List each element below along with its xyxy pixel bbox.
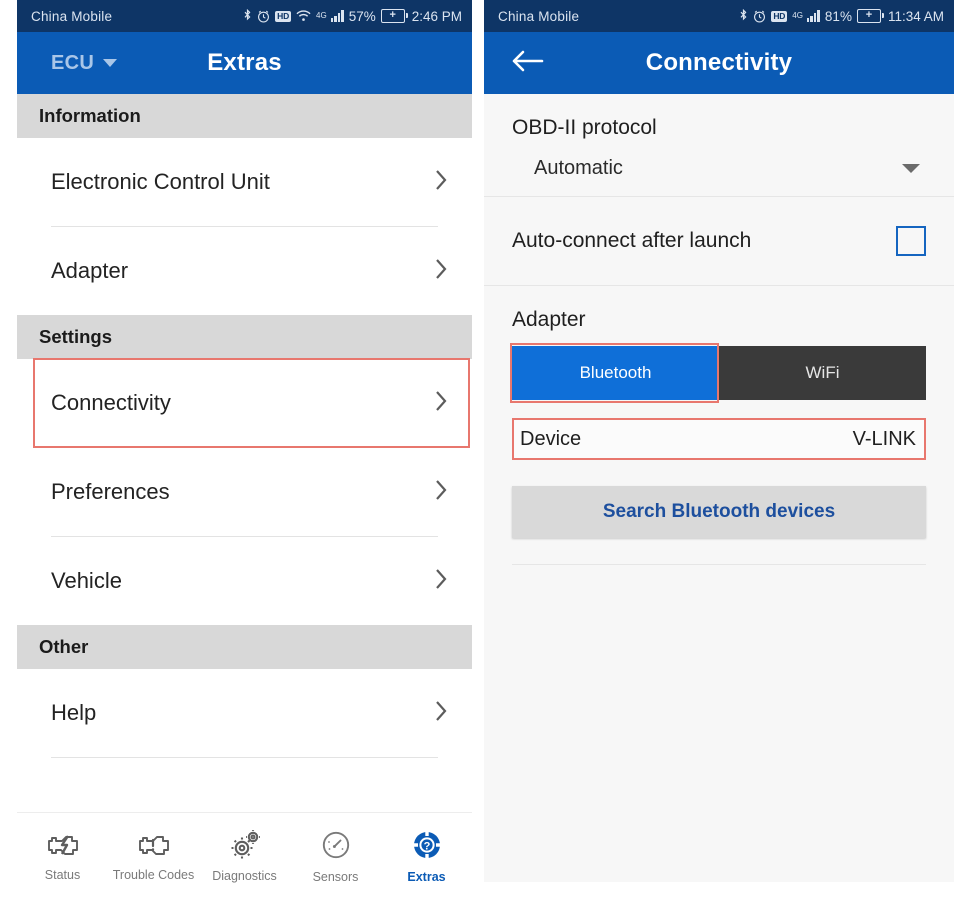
adapter-option-bluetooth[interactable]: Bluetooth bbox=[512, 346, 719, 400]
obd-protocol-label: OBD-II protocol bbox=[512, 116, 657, 139]
divider bbox=[51, 757, 438, 758]
clock-label: 2:46 PM bbox=[411, 8, 462, 24]
device-value: V-LINK bbox=[852, 427, 916, 450]
carrier-label: China Mobile bbox=[498, 8, 580, 24]
adapter-group: Adapter Bluetooth WiFi Device V-LINK Sea… bbox=[484, 286, 954, 565]
search-button-label: Search Bluetooth devices bbox=[602, 501, 836, 522]
battery-percent-label: 57% bbox=[348, 8, 376, 24]
gears-icon bbox=[229, 830, 261, 864]
signal-icon bbox=[330, 10, 344, 22]
battery-charging-icon: + bbox=[856, 9, 884, 23]
list-item-label: Adapter bbox=[51, 258, 129, 283]
segment-label: WiFi bbox=[805, 363, 840, 382]
engine-warning-icon bbox=[137, 832, 171, 863]
tab-label: Trouble Codes bbox=[112, 867, 195, 882]
list-item-label: Vehicle bbox=[51, 568, 122, 593]
left-status-bar: China Mobile HD 4G 57% + 2:46 PM bbox=[17, 0, 472, 32]
device-label: Device bbox=[520, 427, 582, 450]
gauge-icon bbox=[321, 830, 351, 865]
auto-connect-label: Auto-connect after launch bbox=[512, 229, 752, 252]
bluetooth-icon bbox=[739, 9, 748, 23]
adapter-option-wifi[interactable]: WiFi bbox=[719, 346, 926, 400]
tab-diagnostics[interactable]: Diagnostics bbox=[201, 830, 289, 883]
list-item-help[interactable]: Help bbox=[17, 669, 472, 757]
back-button[interactable] bbox=[510, 48, 544, 79]
alarm-icon bbox=[257, 10, 270, 23]
wifi-icon bbox=[296, 10, 311, 22]
hd-icon: HD bbox=[275, 10, 292, 22]
divider bbox=[512, 564, 926, 565]
list-item-label: Help bbox=[51, 700, 97, 725]
network-type-label: 4G bbox=[316, 11, 327, 20]
obd-protocol-value: Automatic bbox=[534, 156, 623, 179]
battery-charging-icon: + bbox=[380, 9, 408, 23]
right-phone-screen: China Mobile HD 4G 81% + 11:34 AM Connec… bbox=[484, 0, 954, 882]
section-header-settings: Settings bbox=[17, 315, 472, 359]
device-row[interactable]: Device V-LINK bbox=[512, 418, 926, 460]
tab-label: Extras bbox=[407, 869, 446, 884]
list-item-connectivity[interactable]: Connectivity bbox=[17, 358, 472, 448]
battery-percent-label: 81% bbox=[824, 8, 852, 24]
left-settings-list: Information Electronic Control Unit Adap… bbox=[17, 94, 472, 758]
section-header-information: Information bbox=[17, 94, 472, 138]
chevron-right-icon bbox=[435, 390, 448, 417]
auto-connect-row[interactable]: Auto-connect after launch bbox=[484, 197, 954, 285]
chevron-down-icon bbox=[902, 163, 920, 173]
chevron-right-icon bbox=[435, 169, 448, 196]
right-app-bar: Connectivity bbox=[484, 32, 954, 94]
adapter-label: Adapter bbox=[512, 308, 586, 331]
carrier-label: China Mobile bbox=[31, 8, 113, 24]
hd-icon: HD bbox=[771, 10, 788, 22]
page-title: Connectivity bbox=[645, 49, 793, 76]
chevron-right-icon bbox=[435, 568, 448, 595]
network-type-label: 4G bbox=[792, 11, 803, 20]
left-phone-screen: China Mobile HD 4G 57% + 2:46 PM ECU Ext… bbox=[17, 0, 472, 900]
signal-icon bbox=[806, 10, 820, 22]
auto-connect-checkbox[interactable] bbox=[896, 226, 926, 256]
list-item-electronic-control-unit[interactable]: Electronic Control Unit bbox=[17, 138, 472, 226]
chevron-down-icon bbox=[103, 59, 118, 67]
segment-label: Bluetooth bbox=[579, 363, 652, 382]
bottom-tab-bar: Status Trouble Codes Diagnostics Sensors… bbox=[17, 812, 472, 900]
list-item-label: Preferences bbox=[51, 479, 170, 504]
tab-status[interactable]: Status bbox=[19, 832, 107, 882]
search-bluetooth-devices-button[interactable]: Search Bluetooth devices bbox=[512, 486, 926, 538]
list-item-adapter[interactable]: Adapter bbox=[17, 227, 472, 315]
chevron-right-icon bbox=[435, 258, 448, 285]
adapter-type-segmented-control: Bluetooth WiFi bbox=[510, 343, 926, 403]
tab-sensors[interactable]: Sensors bbox=[292, 830, 380, 884]
ecu-dropdown-label: ECU bbox=[51, 51, 95, 74]
list-item-vehicle[interactable]: Vehicle bbox=[17, 537, 472, 625]
tab-extras[interactable]: ? Extras bbox=[383, 829, 471, 884]
svg-text:?: ? bbox=[423, 840, 430, 852]
list-item-preferences[interactable]: Preferences bbox=[17, 448, 472, 536]
obd-protocol-group: OBD-II protocol Automatic bbox=[484, 94, 954, 196]
clock-label: 11:34 AM bbox=[887, 8, 944, 24]
obd-protocol-select[interactable]: Automatic bbox=[512, 140, 926, 196]
connectivity-settings-panel: OBD-II protocol Automatic Auto-connect a… bbox=[484, 94, 954, 882]
life-ring-help-icon: ? bbox=[411, 829, 442, 865]
section-header-other: Other bbox=[17, 625, 472, 669]
tab-label: Diagnostics bbox=[212, 869, 277, 883]
tab-label: Status bbox=[44, 867, 81, 882]
tab-label: Sensors bbox=[312, 869, 359, 884]
chevron-right-icon bbox=[435, 479, 448, 506]
chevron-right-icon bbox=[435, 700, 448, 727]
ecu-dropdown[interactable]: ECU bbox=[51, 51, 118, 75]
list-item-label: Electronic Control Unit bbox=[51, 169, 270, 194]
engine-bolt-icon bbox=[46, 832, 80, 863]
left-app-bar: ECU Extras bbox=[17, 32, 472, 94]
back-arrow-icon bbox=[510, 48, 544, 79]
right-status-bar: China Mobile HD 4G 81% + 11:34 AM bbox=[484, 0, 954, 32]
bluetooth-icon bbox=[243, 9, 252, 23]
list-item-label: Connectivity bbox=[51, 390, 171, 415]
tab-trouble-codes[interactable]: Trouble Codes bbox=[110, 832, 198, 882]
alarm-icon bbox=[753, 10, 766, 23]
